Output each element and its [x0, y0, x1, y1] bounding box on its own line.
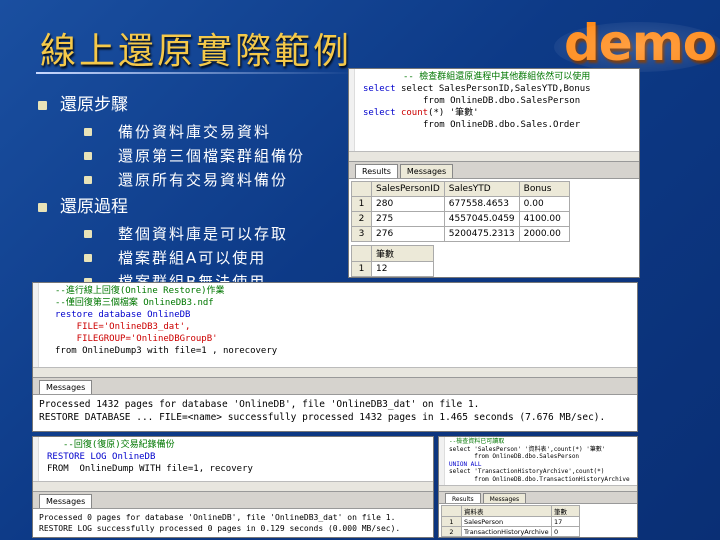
- slide-title: 線上還原實際範例: [40, 31, 353, 72]
- results-grid: 資料表 筆數 1 SalesPerson 17 2 TransactionHis…: [441, 505, 580, 537]
- restore-query-window: --進行線上回復(Online Restore)作業 --僅回復第三個檔案 On…: [32, 282, 638, 432]
- column-header: 筆數: [551, 505, 580, 517]
- query-results-window: -- 檢查群組還原進程中其他群組依然可以使用 select select Sal…: [348, 68, 640, 278]
- code-line: RESTORE LOG OnlineDB: [47, 452, 156, 462]
- tab-results[interactable]: Results: [445, 493, 481, 503]
- tab-messages[interactable]: Messages: [399, 164, 454, 178]
- code-line: FILE='OnlineDB3_dat',: [55, 322, 191, 332]
- column-header: 資料表: [461, 505, 552, 517]
- code-line: --進行線上回復(Online Restore)作業: [55, 286, 225, 296]
- tab-results[interactable]: Results: [355, 164, 398, 178]
- sub-bullet: 還原所有交易資料備份: [38, 168, 358, 192]
- code-line: from OnlineDB.dbo.SalesPerson: [449, 453, 580, 460]
- code-line: from OnlineDB.dbo.SalesPerson: [423, 96, 581, 106]
- query-editor[interactable]: --進行線上回復(Online Restore)作業 --僅回復第三個檔案 On…: [33, 283, 637, 367]
- demo-logo: demo: [554, 14, 720, 72]
- code-line: FROM OnlineDump WITH file=1, recovery: [47, 464, 253, 474]
- sub-bullet: 備份資料庫交易資料: [38, 120, 358, 144]
- message-line: Processed 1432 pages for database 'Onlin…: [39, 399, 480, 410]
- bullet-list: 還原步驟 備份資料庫交易資料 還原第三個檔案群組備份 還原所有交易資料備份 還原…: [38, 90, 358, 294]
- code-line: from OnlineDB.dbo.TransactionHistoryArch…: [449, 475, 630, 483]
- verify-query-window: --檢查資料已可讀取 select 'SalesPerson' '資料表',co…: [438, 436, 638, 538]
- code-line: select 'TransactionHistoryArchive',count…: [449, 468, 605, 475]
- result-tabs: Results Messages: [349, 161, 639, 179]
- tab-messages[interactable]: Messages: [39, 380, 93, 394]
- code-line: select 'SalesPerson' '資料表',count(*) '筆數': [449, 445, 606, 453]
- restore-log-window: --回復(復原)交易紀錄備份 RESTORE LOG OnlineDB FROM…: [32, 436, 434, 538]
- table-row[interactable]: 1 12: [351, 261, 434, 277]
- result-tabs: Results Messages: [439, 491, 637, 504]
- message-line: Processed 0 pages for database 'OnlineDB…: [39, 513, 396, 522]
- horizontal-scrollbar[interactable]: [33, 367, 637, 377]
- code-line: restore database OnlineDB: [55, 310, 191, 320]
- tab-messages[interactable]: Messages: [482, 493, 527, 503]
- column-header: SalesYTD: [443, 181, 520, 197]
- messages-panel: Processed 1432 pages for database 'Onlin…: [33, 395, 637, 427]
- code-line: select SalesPersonID,SalesYTD,Bonus: [400, 84, 591, 94]
- table-row[interactable]: 3 276 5200475.2313 2000.00: [351, 226, 570, 242]
- code-line: (*) '筆數': [428, 108, 479, 118]
- column-header: 筆數: [371, 245, 434, 262]
- results-grid-2: 筆數 1 12: [351, 245, 434, 277]
- horizontal-scrollbar[interactable]: [349, 151, 639, 161]
- table-row[interactable]: 2 TransactionHistoryArchive 0: [441, 526, 580, 537]
- sub-bullet: 還原第三個檔案群組備份: [38, 144, 358, 168]
- bullet-restore-process: 還原過程: [38, 192, 358, 222]
- column-header: Bonus: [518, 181, 570, 197]
- table-row[interactable]: 1 SalesPerson 17: [441, 516, 580, 527]
- query-editor[interactable]: -- 檢查群組還原進程中其他群組依然可以使用 select select Sal…: [349, 69, 639, 151]
- code-comment: -- 檢查群組還原進程中其他群組依然可以使用: [403, 72, 591, 82]
- grid-header: 筆數: [351, 245, 434, 262]
- table-row[interactable]: 2 275 4557045.0459 4100.00: [351, 211, 570, 227]
- code-line: --檢查資料已可讀取: [449, 438, 505, 445]
- messages-panel: Processed 0 pages for database 'OnlineDB…: [33, 509, 433, 537]
- horizontal-scrollbar[interactable]: [33, 481, 433, 491]
- query-editor[interactable]: --回復(復原)交易紀錄備份 RESTORE LOG OnlineDB FROM…: [33, 437, 433, 481]
- table-row[interactable]: 1 280 677558.4653 0.00: [351, 196, 570, 212]
- code-line: from OnlineDB.dbo.Sales.Order: [423, 120, 581, 130]
- code-line: FILEGROUP='OnlineDBGroupB': [55, 334, 218, 344]
- message-line: RESTORE DATABASE ... FILE=<name> success…: [39, 412, 606, 423]
- code-line: --僅回復第三個檔案 OnlineDB3.ndf: [55, 298, 214, 308]
- grid-header: SalesPersonID SalesYTD Bonus: [351, 181, 570, 197]
- bullet-restore-steps: 還原步驟: [38, 90, 358, 120]
- column-header: SalesPersonID: [371, 181, 445, 197]
- grid-header: 資料表 筆數: [441, 505, 580, 517]
- code-keyword: select: [363, 108, 396, 118]
- sub-bullet: 整個資料庫是可以存取: [38, 222, 358, 246]
- code-line: UNION ALL: [449, 460, 482, 468]
- result-tabs: Messages: [33, 491, 433, 509]
- result-tabs: Messages: [33, 377, 637, 395]
- results-grid-1: SalesPersonID SalesYTD Bonus 1 280 67755…: [351, 181, 570, 242]
- code-line: --回復(復原)交易紀錄備份: [63, 440, 175, 450]
- code-line: from OnlineDump3 with file=1 , norecover…: [55, 346, 278, 356]
- code-function: count: [400, 108, 429, 118]
- message-line: RESTORE LOG successfully processed 0 pag…: [39, 524, 401, 533]
- title-underline: [36, 72, 356, 74]
- tab-messages[interactable]: Messages: [39, 494, 93, 508]
- sub-bullet: 檔案群組A可以使用: [38, 246, 358, 270]
- query-editor[interactable]: --檢查資料已可讀取 select 'SalesPerson' '資料表',co…: [439, 437, 637, 485]
